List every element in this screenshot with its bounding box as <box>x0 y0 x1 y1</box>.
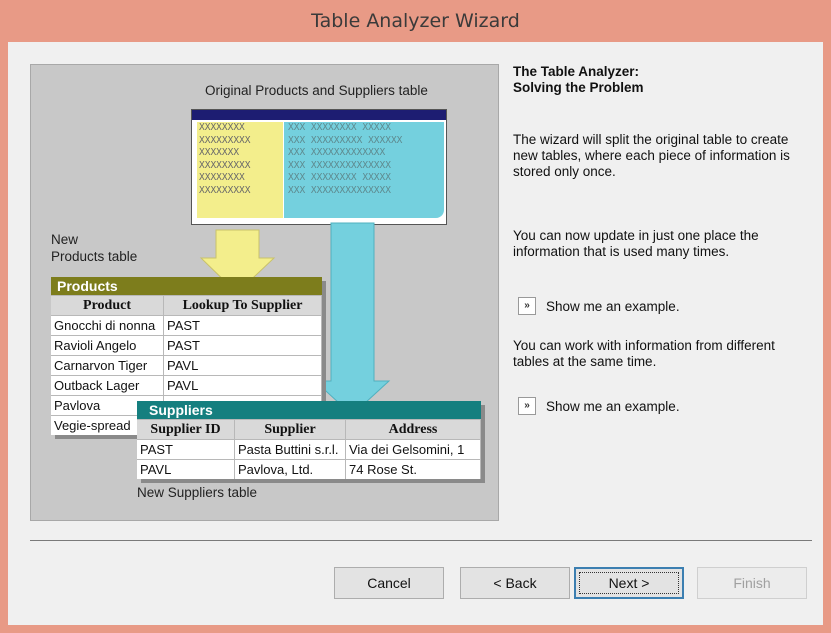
column-header: Product <box>51 296 164 315</box>
show-example-1-label[interactable]: Show me an example. <box>546 299 680 314</box>
table-row: Gnocchi di nonna PAST <box>51 315 322 335</box>
column-header: Supplier ID <box>137 420 235 439</box>
button-divider <box>30 540 812 541</box>
table-cell: Via dei Gelsomini, 1 <box>346 440 481 459</box>
next-button-focus-ring <box>579 572 679 594</box>
cancel-button[interactable]: Cancel <box>334 567 444 599</box>
cyan-arrow <box>313 222 391 416</box>
new-products-label-line1: New <box>51 232 79 247</box>
pane-title: The Table Analyzer: Solving the Problem <box>513 64 803 96</box>
table-cell: Pavlova, Ltd. <box>235 460 346 479</box>
suppliers-table-title: Suppliers <box>137 401 481 419</box>
table-row: PAST Pasta Buttini s.r.l. Via dei Gelsomin… <box>137 439 481 459</box>
description-pane: The Table Analyzer: Solving the Problem … <box>513 64 803 415</box>
table-row: Ravioli Angelo PAST <box>51 335 322 355</box>
table-cell: 74 Rose St. <box>346 460 481 479</box>
table-header-row: Supplier ID Supplier Address <box>137 419 481 439</box>
suppliers-table: Suppliers Supplier ID Supplier Address PAST… <box>137 401 481 479</box>
table-cell: PAVL <box>164 356 322 375</box>
table-cell: PAVL <box>164 376 322 395</box>
pane-title-line2: Solving the Problem <box>513 80 644 95</box>
pane-title-line1: The Table Analyzer: <box>513 64 640 79</box>
expand-example-2-icon[interactable]: » <box>518 397 536 415</box>
column-header: Supplier <box>235 420 346 439</box>
show-example-2-label[interactable]: Show me an example. <box>546 399 680 414</box>
table-cell: PAST <box>137 440 235 459</box>
table-row: Outback Lager PAVL <box>51 375 322 395</box>
table-cell: PAVL <box>137 460 235 479</box>
back-button[interactable]: < Back <box>460 567 570 599</box>
split-description: The wizard will split the original table… <box>513 132 790 179</box>
illustration-panel: Original Products and Suppliers table XX… <box>30 64 499 521</box>
wizard-body: Original Products and Suppliers table XX… <box>8 42 823 625</box>
new-products-label: New Products table <box>51 231 137 265</box>
table-cell: Carnarvon Tiger <box>51 356 164 375</box>
table-cell: Ravioli Angelo <box>51 336 164 355</box>
products-table-title: Products <box>51 277 322 295</box>
window-title: Table Analyzer Wizard <box>311 10 520 32</box>
table-cell: Gnocchi di nonna <box>51 316 164 335</box>
update-description: You can now update in just one place the… <box>513 228 759 259</box>
wizard-window: Table Analyzer Wizard Original Products … <box>0 0 831 633</box>
expand-example-1-icon[interactable]: » <box>518 297 536 315</box>
combine-description: You can work with information from diffe… <box>513 338 775 369</box>
new-suppliers-label: New Suppliers table <box>137 485 258 500</box>
show-example-2[interactable]: » Show me an example. <box>518 397 680 415</box>
table-cell: Pasta Buttini s.r.l. <box>235 440 346 459</box>
table-cell: Outback Lager <box>51 376 164 395</box>
next-button[interactable]: Next > <box>574 567 684 599</box>
table-row: Carnarvon Tiger PAVL <box>51 355 322 375</box>
finish-button: Finish <box>697 567 807 599</box>
column-header: Address <box>346 420 481 439</box>
table-header-row: Product Lookup To Supplier <box>51 295 322 315</box>
table-row: PAVL Pavlova, Ltd. 74 Rose St. <box>137 459 481 479</box>
show-example-1[interactable]: » Show me an example. <box>518 297 680 315</box>
table-cell: PAST <box>164 336 322 355</box>
new-products-label-line2: Products table <box>51 249 138 264</box>
suppliers-table-body: Supplier ID Supplier Address PAST Pasta Butt… <box>137 419 481 479</box>
column-header: Lookup To Supplier <box>164 296 322 315</box>
table-cell: PAST <box>164 316 322 335</box>
